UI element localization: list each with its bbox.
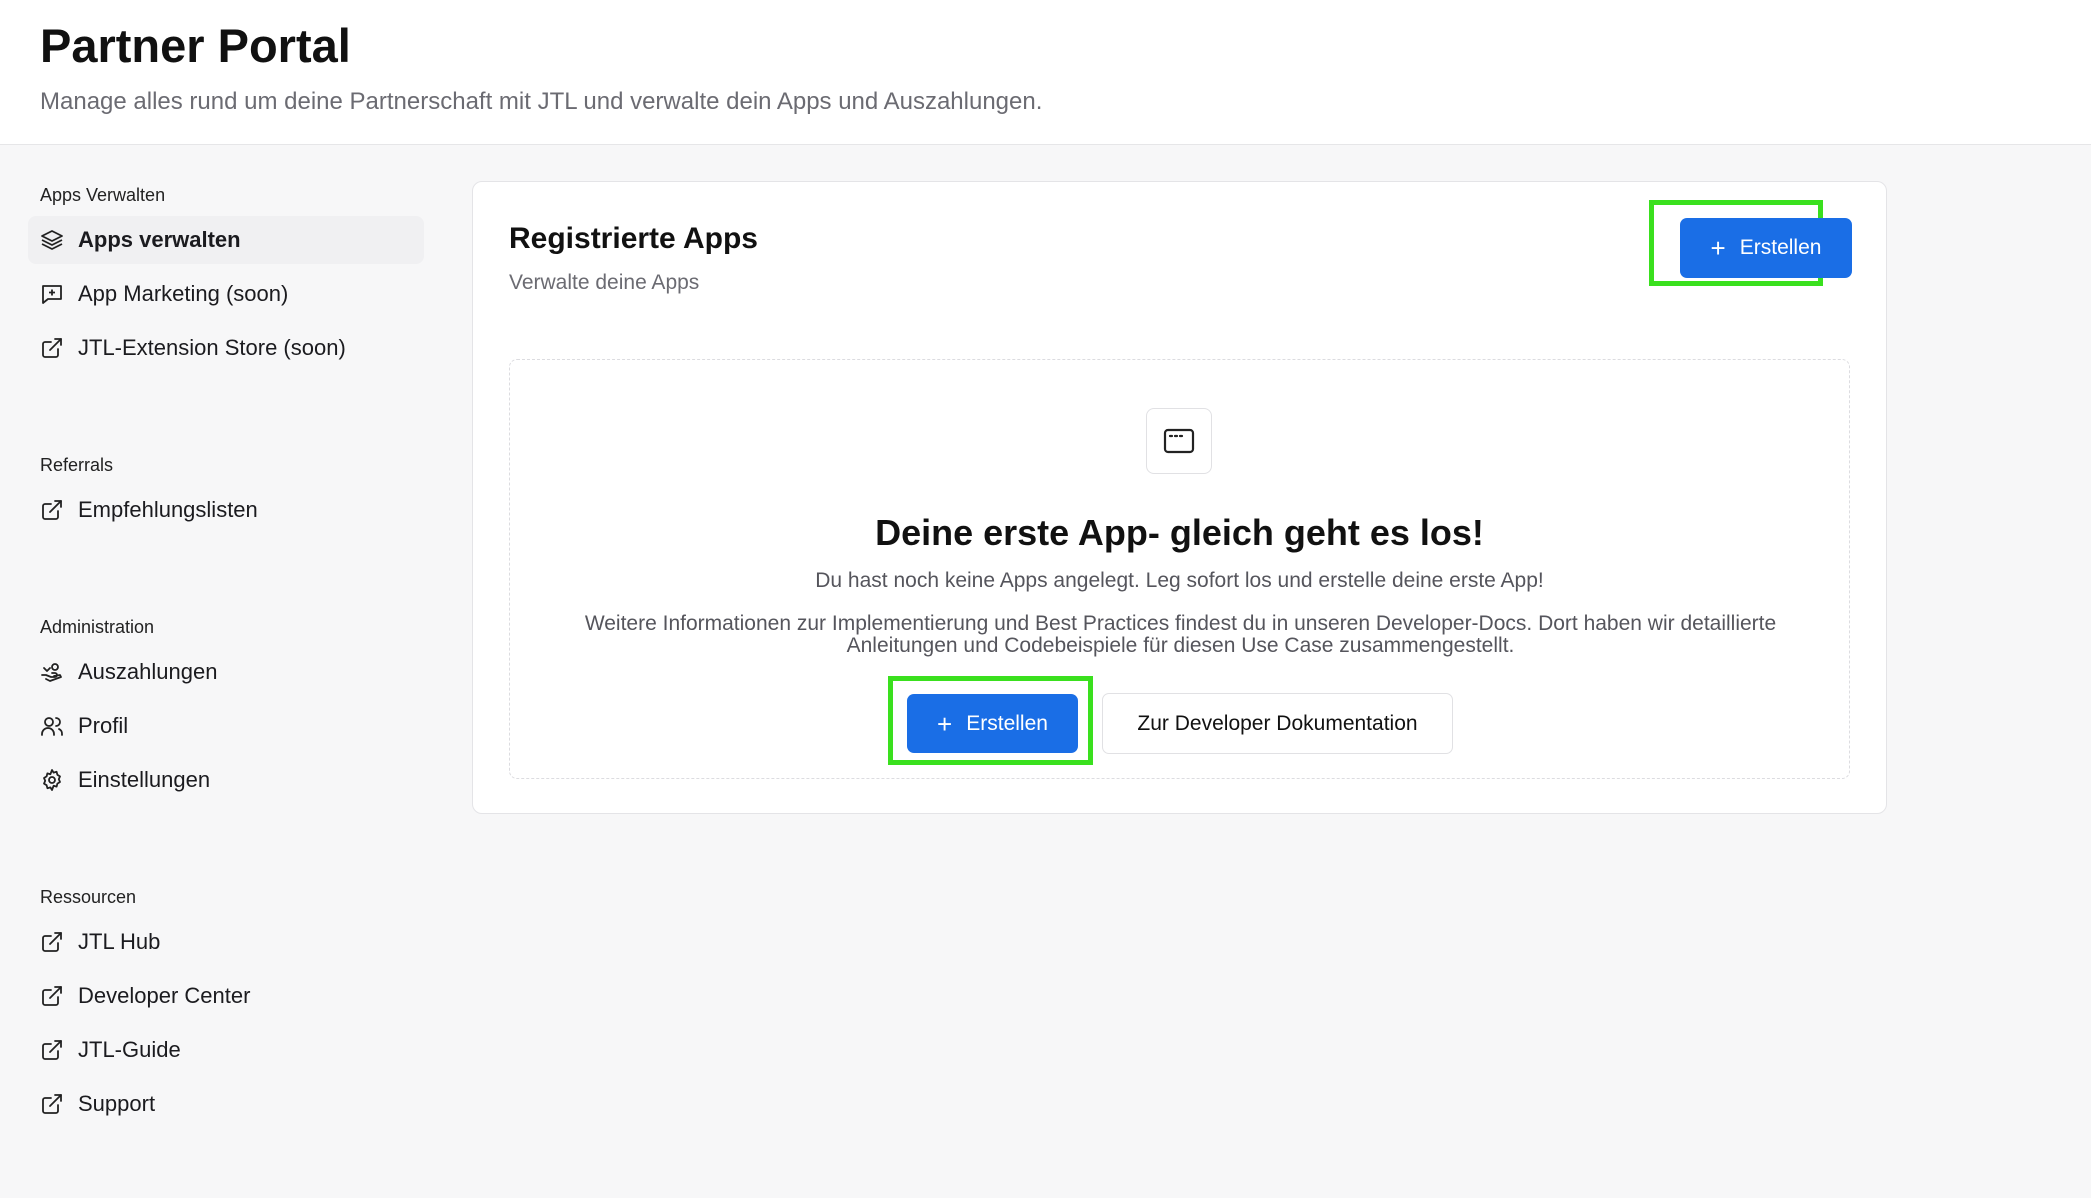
sidebar-heading-referrals: Referrals — [40, 455, 114, 475]
sidebar-item-label: Profil — [78, 713, 129, 738]
sidebar-item-label: JTL-Guide — [78, 1037, 181, 1062]
sidebar-item-jtl-hub[interactable]: JTL Hub — [28, 918, 424, 966]
create-button-label: Erstellen — [1739, 236, 1822, 259]
sidebar-item-profil[interactable]: Profil — [28, 702, 424, 750]
developer-docs-label: Zur Developer Dokumentation — [1137, 711, 1418, 735]
external-link-icon — [40, 498, 64, 522]
empty-state-description: Du hast noch keine Apps angelegt. Leg so… — [815, 569, 1544, 592]
sidebar-item-extension-store[interactable]: JTL-Extension Store (soon) — [28, 324, 424, 372]
sidebar-item-empfehlungslisten[interactable]: Empfehlungslisten — [28, 486, 424, 534]
external-link-icon — [40, 1038, 64, 1062]
sidebar-item-label: Empfehlungslisten — [78, 497, 258, 522]
sidebar-item-label: Developer Center — [78, 983, 251, 1008]
gear-icon — [40, 768, 64, 792]
empty-state-title: Deine erste App- gleich geht es los! — [875, 512, 1484, 553]
sidebar-item-label: JTL Hub — [78, 929, 161, 954]
sidebar-item-label: Einstellungen — [78, 767, 211, 792]
sidebar-item-label: App Marketing (soon) — [78, 281, 289, 306]
sidebar-item-einstellungen[interactable]: Einstellungen — [28, 756, 424, 804]
external-link-icon — [40, 930, 64, 954]
empty-state-info: Weitere Informationen zur Implementierun… — [584, 612, 1777, 657]
sidebar-section-ressourcen: Ressourcen JTL Hub Developer Center JTL-… — [28, 882, 424, 1128]
sidebar-heading-apps: Apps Verwalten — [40, 185, 166, 205]
layers-icon — [40, 228, 64, 252]
users-icon — [40, 714, 64, 738]
sidebar-item-app-marketing[interactable]: App Marketing (soon) — [28, 270, 424, 318]
payout-hand-icon — [40, 660, 64, 684]
sidebar: Apps Verwalten Apps verwalten App Market… — [28, 180, 424, 1192]
sidebar-item-jtl-guide[interactable]: JTL-Guide — [28, 1026, 424, 1074]
message-plus-icon — [40, 282, 64, 306]
sidebar-heading-ressourcen: Ressourcen — [40, 887, 137, 907]
empty-state-icon-box — [1146, 408, 1212, 474]
card-title: Registrierte Apps — [509, 222, 758, 255]
external-link-icon — [40, 1092, 64, 1116]
sidebar-item-apps-verwalten[interactable]: Apps verwalten — [28, 216, 424, 264]
external-link-icon — [40, 984, 64, 1008]
empty-state: Deine erste App- gleich geht es los! Du … — [509, 359, 1850, 779]
plus-icon: + — [1710, 233, 1726, 263]
sidebar-section-apps: Apps Verwalten Apps verwalten App Market… — [28, 180, 424, 372]
sidebar-item-label: Support — [78, 1091, 156, 1116]
plus-icon: + — [937, 708, 953, 739]
create-app-button[interactable]: + Erstellen — [1680, 218, 1852, 278]
create-first-app-label: Erstellen — [966, 711, 1048, 735]
sidebar-item-label: Auszahlungen — [78, 659, 218, 684]
page-title: Partner Portal — [40, 19, 351, 72]
sidebar-item-support[interactable]: Support — [28, 1080, 424, 1128]
card-subtitle: Verwalte deine Apps — [509, 271, 700, 294]
developer-docs-button[interactable]: Zur Developer Dokumentation — [1102, 693, 1453, 754]
sidebar-item-label: Apps verwalten — [78, 227, 241, 252]
sidebar-item-auszahlungen[interactable]: Auszahlungen — [28, 648, 424, 696]
sidebar-heading-administration: Administration — [40, 617, 155, 637]
sidebar-item-label: JTL-Extension Store (soon) — [78, 335, 346, 360]
page-header: Partner Portal Manage alles rund um dein… — [0, 0, 2091, 145]
create-first-app-button[interactable]: + Erstellen — [907, 694, 1078, 753]
sidebar-item-developer-center[interactable]: Developer Center — [28, 972, 424, 1020]
sidebar-section-administration: Administration Auszahlungen Profil Einst… — [28, 612, 424, 804]
page-subtitle: Manage alles rund um deine Partnerschaft… — [40, 88, 1043, 115]
sidebar-section-referrals: Referrals Empfehlungslisten — [28, 450, 424, 534]
external-link-icon — [40, 336, 64, 360]
registered-apps-card: Registrierte Apps Verwalte deine Apps + … — [472, 181, 1887, 814]
app-window-icon — [1163, 427, 1195, 455]
